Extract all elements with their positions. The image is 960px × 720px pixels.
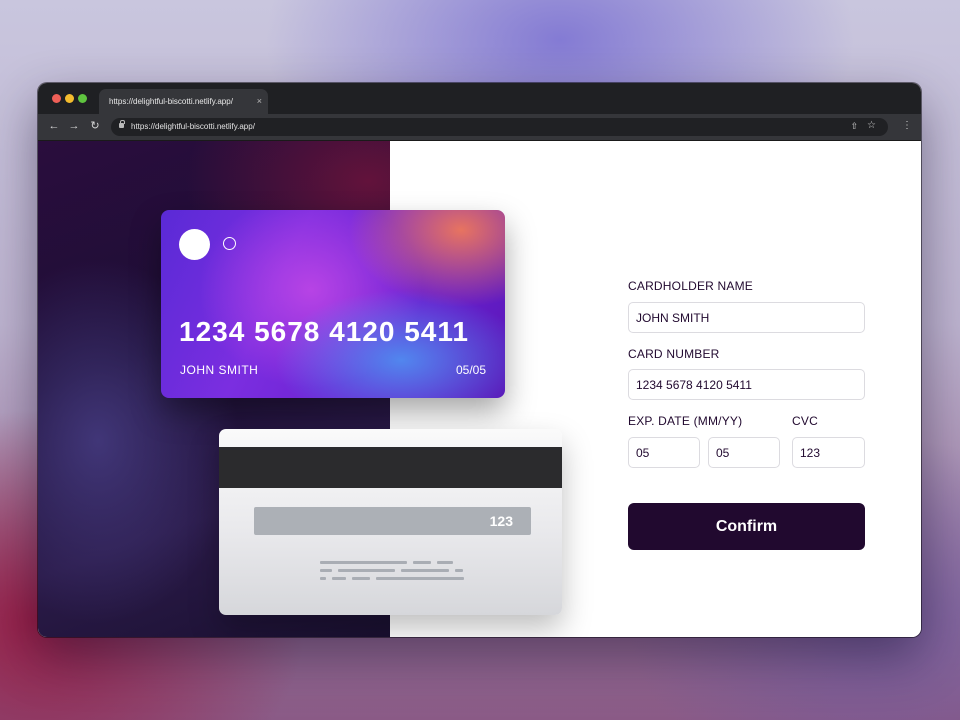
navigation-bar: ← → ↻ https://delightful-biscotti.netlif… xyxy=(38,114,921,141)
card-number-input[interactable]: 1234 5678 4120 5411 xyxy=(628,369,865,400)
card-expiry-display: 05/05 xyxy=(455,363,486,377)
page-content: 1234 5678 4120 5411 JOHN SMITH 05/05 123… xyxy=(38,141,921,637)
card-cvc-display: 123 xyxy=(489,513,513,529)
back-arrow-icon[interactable]: ← xyxy=(47,119,61,133)
reload-icon[interactable]: ↻ xyxy=(88,119,102,133)
minimize-window-icon[interactable] xyxy=(65,94,74,103)
card-holder-display: JOHN SMITH xyxy=(180,363,259,377)
cardholder-name-input[interactable]: JOHN SMITH xyxy=(628,302,865,333)
url-text[interactable]: https://delightful-biscotti.netlify.app/ xyxy=(131,122,255,131)
card-fine-print xyxy=(320,561,465,585)
tab-bar: https://delightful-biscotti.netlify.app/… xyxy=(38,83,921,114)
card-front: 1234 5678 4120 5411 JOHN SMITH 05/05 xyxy=(161,210,505,398)
browser-tab[interactable]: https://delightful-biscotti.netlify.app/… xyxy=(99,89,268,114)
signature-strip: 123 xyxy=(254,507,531,535)
maximize-window-icon[interactable] xyxy=(78,94,87,103)
card-logo-outline-circle xyxy=(223,237,236,250)
address-bar[interactable]: https://delightful-biscotti.netlify.app/… xyxy=(111,118,888,136)
close-window-icon[interactable] xyxy=(52,94,61,103)
card-logo-filled-circle xyxy=(179,229,210,260)
cardholder-name-label: CARDHOLDER NAME xyxy=(628,279,754,293)
lock-icon[interactable] xyxy=(119,120,125,128)
card-number-display: 1234 5678 4120 5411 xyxy=(179,316,469,347)
exp-year-input[interactable]: 05 xyxy=(708,437,780,468)
tab-close-icon[interactable]: × xyxy=(257,96,262,106)
forward-arrow-icon[interactable]: → xyxy=(67,119,81,133)
kebab-menu-icon[interactable]: ⋮ xyxy=(902,119,912,133)
share-icon[interactable]: ⇧ xyxy=(850,121,858,132)
bookmark-star-icon[interactable]: ☆ xyxy=(867,120,876,131)
card-number-label: CARD NUMBER xyxy=(628,347,720,361)
magnetic-stripe xyxy=(219,447,562,488)
cvc-label: CVC xyxy=(792,414,818,428)
browser-window: https://delightful-biscotti.netlify.app/… xyxy=(38,83,921,637)
exp-date-label: EXP. DATE (MM/YY) xyxy=(628,414,743,428)
tab-title: https://delightful-biscotti.netlify.app/ xyxy=(109,97,233,106)
exp-month-input[interactable]: 05 xyxy=(628,437,700,468)
confirm-button[interactable]: Confirm xyxy=(628,503,865,550)
cvc-input[interactable]: 123 xyxy=(792,437,865,468)
card-back: 123 xyxy=(219,429,562,615)
